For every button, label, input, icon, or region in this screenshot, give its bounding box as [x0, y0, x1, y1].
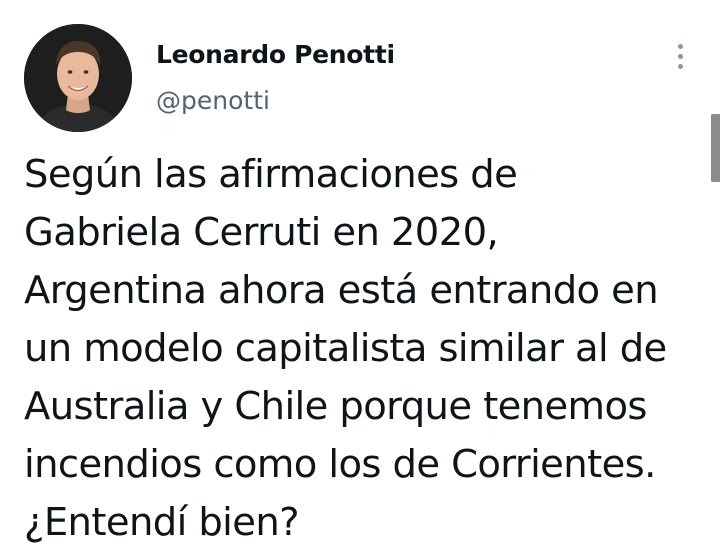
- tweet-text-line: ¿Entendí bien?: [24, 500, 300, 545]
- tweet-text-line: incendios como los de Corrientes.: [24, 442, 656, 487]
- tweet-text-line: Argentina ahora está entrando en: [24, 268, 659, 313]
- scrollbar-thumb[interactable]: [711, 114, 720, 182]
- tweet-card: Leonardo Penotti @penotti Según las afir…: [0, 0, 720, 556]
- author-handle[interactable]: @penotti: [156, 86, 270, 115]
- tweet-text-line: un modelo capitalista similar al de: [24, 326, 667, 371]
- more-dot: [677, 63, 683, 69]
- avatar[interactable]: [24, 24, 132, 132]
- tweet-text-line: Australia y Chile porque tenemos: [24, 384, 647, 429]
- author-display-name[interactable]: Leonardo Penotti: [156, 40, 395, 69]
- more-dot: [677, 43, 683, 49]
- more-dot: [677, 53, 683, 59]
- tweet-text: Según las afirmaciones de Gabriela Cerru…: [24, 146, 704, 552]
- tweet-text-line: Gabriela Cerruti en 2020,: [24, 210, 499, 255]
- tweet-text-line: Según las afirmaciones de: [24, 152, 518, 197]
- avatar-photo: [24, 24, 132, 132]
- more-options-icon[interactable]: [664, 40, 696, 72]
